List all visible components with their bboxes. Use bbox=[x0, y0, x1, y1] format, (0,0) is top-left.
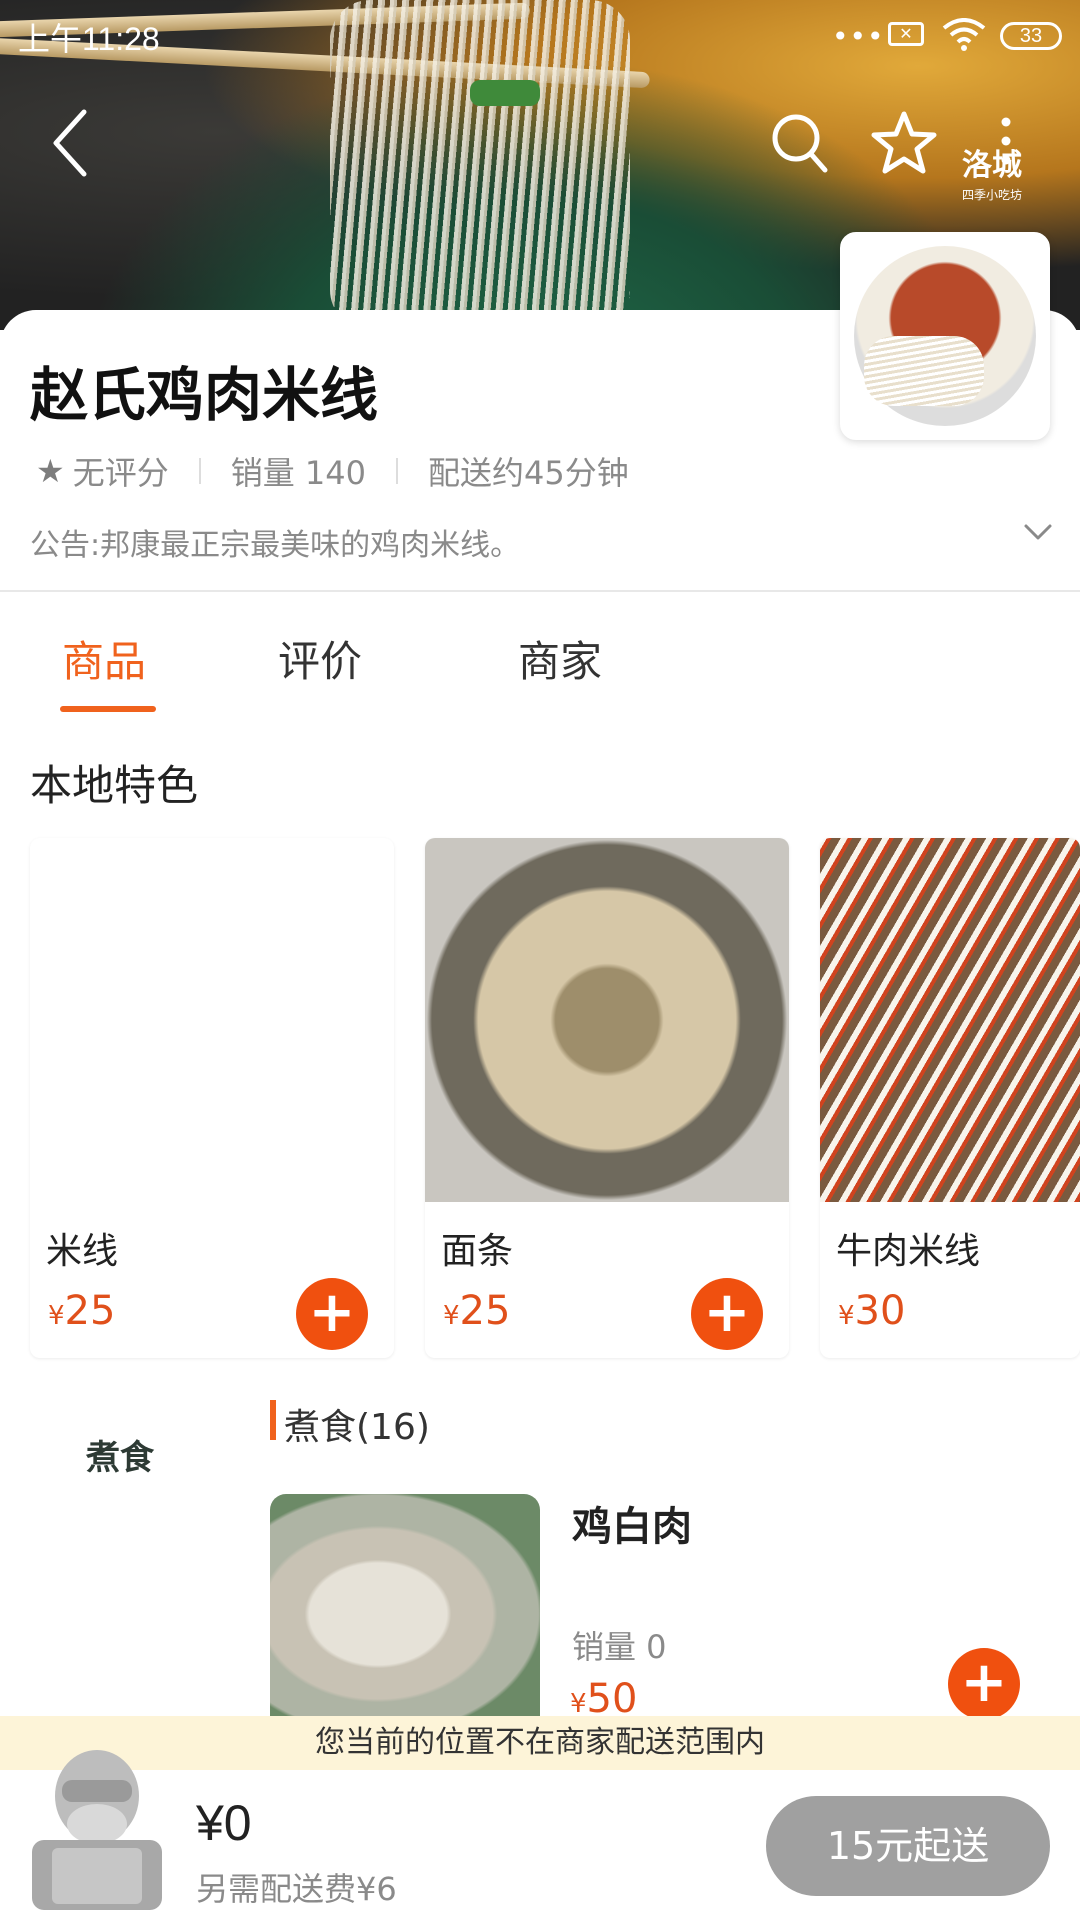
dish-price: ¥25 bbox=[443, 1288, 510, 1334]
dish-price: ¥25 bbox=[48, 1288, 115, 1334]
featured-card[interactable]: 面条 ¥25 + bbox=[425, 838, 789, 1358]
menu-item-image[interactable] bbox=[270, 1494, 540, 1734]
add-to-cart-button[interactable]: + bbox=[691, 1278, 763, 1350]
brand-logo-text: 洛城 bbox=[962, 148, 1022, 183]
battery-indicator: 33 bbox=[1000, 22, 1062, 50]
divider bbox=[0, 590, 1080, 592]
dish-name: 面条 bbox=[441, 1231, 514, 1272]
delivery-fee: 另需配送费¥6 bbox=[196, 1870, 397, 1908]
tab-merchant[interactable]: 商家 bbox=[518, 628, 602, 689]
dish-price-currency: ¥ bbox=[48, 1301, 65, 1331]
dish-image bbox=[425, 838, 789, 1202]
dish-name: 牛肉米线 bbox=[836, 1231, 981, 1272]
featured-card[interactable]: 牛肉米线 ¥30 bbox=[820, 838, 1080, 1358]
status-bar: 上午11:28 ••• ✕ 33 bbox=[0, 0, 1080, 70]
status-time: 上午11:28 bbox=[18, 21, 160, 57]
dish-image bbox=[820, 838, 1080, 1202]
featured-section-title: 本地特色 bbox=[30, 761, 199, 810]
brand-logo: 洛城 四季小吃坊 bbox=[962, 140, 1022, 203]
add-to-cart-button[interactable]: + bbox=[296, 1278, 368, 1350]
wifi-icon bbox=[942, 18, 986, 51]
checkout-button[interactable]: 15元起送 bbox=[766, 1796, 1050, 1896]
menu-item-sales: 销量 0 bbox=[572, 1628, 667, 1666]
meta-divider bbox=[198, 458, 201, 484]
tab-products[interactable]: 商品 bbox=[62, 628, 146, 689]
store-notice[interactable]: 公告:邦康最正宗最美味的鸡肉米线。 bbox=[30, 520, 520, 564]
chevron-down-icon[interactable] bbox=[1022, 522, 1054, 542]
store-name: 赵氏鸡肉米线 bbox=[30, 361, 379, 429]
tab-reviews[interactable]: 评价 bbox=[278, 628, 362, 689]
store-sales: 销量 140 bbox=[230, 454, 366, 492]
rating-star-icon: ★ bbox=[36, 452, 65, 490]
tab-active-indicator bbox=[60, 706, 156, 712]
add-to-cart-button[interactable]: + bbox=[948, 1648, 1020, 1720]
rice-noodle-graphic bbox=[864, 336, 984, 406]
store-avatar-image bbox=[840, 232, 1050, 440]
store-rating: 无评分 bbox=[72, 454, 169, 492]
more-dots-icon: ••• bbox=[832, 20, 885, 53]
brand-logo-subtext: 四季小吃坊 bbox=[962, 188, 1023, 202]
courier-avatar-icon[interactable] bbox=[22, 1736, 172, 1916]
sim-card-icon: ✕ bbox=[888, 22, 924, 46]
dish-price-value: 30 bbox=[854, 1288, 906, 1334]
dish-price-value: 25 bbox=[459, 1288, 511, 1334]
cart-total: ¥0 bbox=[196, 1795, 252, 1851]
sidebar-item-boiled[interactable]: 煮食 bbox=[86, 1430, 154, 1479]
category-marker bbox=[270, 1400, 276, 1440]
meta-divider bbox=[395, 458, 398, 484]
menu-item-price-currency: ¥ bbox=[570, 1689, 587, 1719]
dish-price: ¥30 bbox=[838, 1288, 905, 1334]
featured-card[interactable]: 米线 ¥25 + bbox=[30, 838, 394, 1358]
search-icon[interactable] bbox=[770, 112, 830, 176]
menu-item-name[interactable]: 鸡白肉 bbox=[572, 1494, 692, 1552]
back-icon[interactable] bbox=[50, 108, 90, 178]
dish-image bbox=[30, 838, 394, 1202]
favorite-star-icon[interactable] bbox=[870, 110, 938, 176]
dish-price-currency: ¥ bbox=[838, 1301, 855, 1331]
dish-name: 米线 bbox=[46, 1231, 119, 1272]
dish-price-currency: ¥ bbox=[443, 1301, 460, 1331]
delivery-time: 配送约45分钟 bbox=[427, 454, 629, 492]
category-title: 煮食(16) bbox=[284, 1407, 430, 1448]
store-meta: ★ 无评分 销量 140 配送约45分钟 bbox=[36, 448, 629, 494]
greens-graphic bbox=[470, 80, 540, 106]
dish-price-value: 25 bbox=[64, 1288, 116, 1334]
